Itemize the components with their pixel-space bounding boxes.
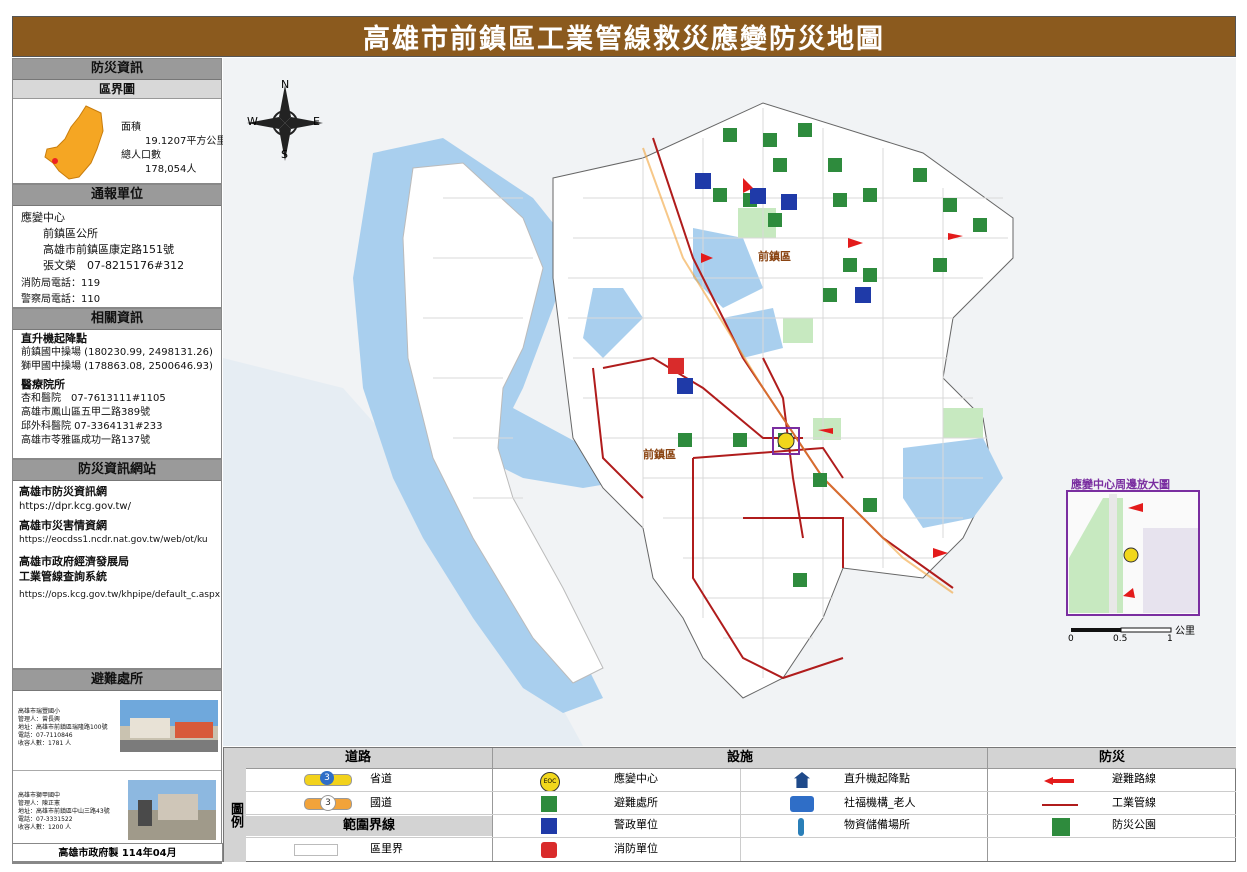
scale-label-1: 0.5 — [1113, 634, 1128, 644]
compass-east: E — [313, 115, 320, 128]
info-sidebar: 防災資訊 區界圖 面積 19.1207平方公里 總人口數 178,054人 通報… — [12, 58, 226, 864]
legend-storage: 物資儲備場所 — [844, 818, 910, 831]
population-value: 178,054人 — [145, 164, 197, 175]
web-2-title: 高雄市災害情資網 — [19, 519, 107, 532]
legend-welfare: 社福機構_老人 — [844, 796, 916, 809]
legend-village-boundary: 區里界 — [370, 842, 403, 855]
eoc-address: 高雄市前鎮區康定路151號 — [43, 243, 174, 256]
shelter-2-photo — [128, 780, 216, 840]
eoc-icon: EOC — [540, 772, 560, 792]
web-2-link[interactable]: https://eocdss1.ncdr.nat.gov.tw/web/ot/k… — [19, 533, 215, 548]
area-label: 面積 — [121, 122, 141, 133]
area-value: 19.1207平方公里 — [145, 136, 227, 147]
scale-unit: 公里 — [1175, 626, 1195, 637]
legend-road-header: 道路 — [224, 748, 492, 768]
map-svg — [223, 58, 1236, 746]
provincial-road-badge: 3 — [320, 771, 334, 785]
shelter-1-photo — [120, 700, 218, 752]
hospital-2-address: 高雄市苓雅區成功一路137號 — [21, 435, 151, 446]
disaster-info-header: 防災資訊 — [13, 59, 221, 80]
scale-label-0: 0 — [1068, 634, 1074, 644]
map-title: 高雄市前鎮區工業管線救災應變防災地圖 — [12, 16, 1236, 57]
web-1-link[interactable]: https://dpr.kcg.gov.tw/ — [19, 499, 215, 514]
legend-evac-route: 避難路線 — [1112, 772, 1156, 785]
legend-disaster-header: 防災 — [988, 748, 1236, 768]
welfare-icon — [790, 796, 814, 812]
related-header: 相關資訊 — [13, 309, 221, 330]
hospital-2: 邱外科醫院 07-3364131#233 — [21, 421, 163, 432]
district-outline-map — [44, 105, 104, 180]
pipeline-icon — [1042, 804, 1078, 806]
eoc-marker — [777, 432, 795, 450]
legend-boundary-header: 範圍界線 — [246, 816, 492, 836]
legend-shelter: 避難處所 — [614, 796, 658, 809]
evac-route-icon — [1044, 777, 1074, 785]
legend-eoc: 應變中心 — [614, 772, 658, 785]
fire-phone: 消防局電話：119 — [21, 278, 101, 289]
fire-marker — [668, 358, 684, 374]
legend-provincial-road: 省道 — [370, 772, 392, 785]
eoc-title: 應變中心 — [21, 211, 65, 224]
web-3-title-a: 高雄市政府經濟發展局 — [19, 555, 129, 568]
national-road-badge: 3 — [320, 795, 336, 811]
district-label-1: 前鎮區 — [758, 250, 791, 263]
legend-national-road: 國道 — [370, 796, 392, 809]
shelter-icon — [541, 796, 557, 812]
hospital-title: 醫療院所 — [21, 378, 65, 391]
heli-title: 直升機起降點 — [21, 332, 87, 345]
park-icon — [1052, 818, 1070, 836]
web-header: 防災資訊網站 — [13, 460, 221, 481]
shelter-header: 避難處所 — [13, 670, 221, 691]
web-3-title-b: 工業管線查詢系統 — [19, 570, 107, 583]
inset-title: 應變中心周邊放大圖 — [1071, 478, 1170, 491]
village-boundary-symbol — [294, 844, 338, 856]
scale-label-2: 1 — [1167, 634, 1173, 644]
legend-fire: 消防單位 — [614, 842, 658, 855]
shelter-card-1: 高雄市瑞豐國小 管理人：曾長興 地址：高雄市前鎮區瑞隆路100號 電話：07-7… — [13, 692, 221, 771]
fire-icon — [541, 842, 557, 858]
legend-police: 警政單位 — [614, 818, 658, 831]
compass-south: S — [281, 148, 288, 161]
report-header: 通報單位 — [13, 185, 221, 206]
legend-side-label: 圖例 — [224, 768, 246, 862]
map-canvas[interactable]: N S E W 前鎮區 前鎮區 應變中心周邊放大圖 0 0.5 1 公里 — [223, 58, 1236, 746]
population-label: 總人口數 — [121, 150, 161, 161]
map-footer: 高雄市政府製 114年04月 — [12, 843, 223, 862]
legend-facility-header: 設施 — [493, 748, 987, 768]
hospital-1-address: 高雄市鳳山區五甲二路389號 — [21, 407, 151, 418]
web-1-title: 高雄市防災資訊網 — [19, 485, 107, 498]
scale-bar — [1071, 627, 1172, 633]
compass-west: W — [247, 115, 258, 128]
legend-park: 防災公園 — [1112, 818, 1156, 831]
district-map-header: 區界圖 — [13, 80, 221, 99]
eoc-contact: 張文榮 07-8215176#312 — [43, 259, 185, 272]
storage-icon — [798, 818, 804, 836]
heli-1: 前鎮國中操場 (180230.99, 2498131.26) — [21, 347, 213, 358]
district-label-2: 前鎮區 — [643, 448, 676, 461]
map-legend: 圖例 道路 設施 防災 範圍界線 3 省道 3 國道 區里界 EOC 應變中心 … — [223, 747, 1236, 862]
eoc-name: 前鎮區公所 — [43, 227, 98, 240]
compass-north: N — [281, 78, 290, 91]
police-icon — [541, 818, 557, 834]
hospital-1: 杏和醫院 07-7613111#1105 — [21, 393, 166, 404]
heli-icon — [794, 772, 810, 788]
legend-pipeline: 工業管線 — [1112, 796, 1156, 809]
heli-2: 獅甲國中操場 (178863.08, 2500646.93) — [21, 361, 213, 372]
web-3-link[interactable]: https://ops.kcg.gov.tw/khpipe/default_c.… — [19, 588, 220, 603]
police-phone: 警察局電話：110 — [21, 294, 101, 305]
legend-heli: 直升機起降點 — [844, 772, 910, 785]
